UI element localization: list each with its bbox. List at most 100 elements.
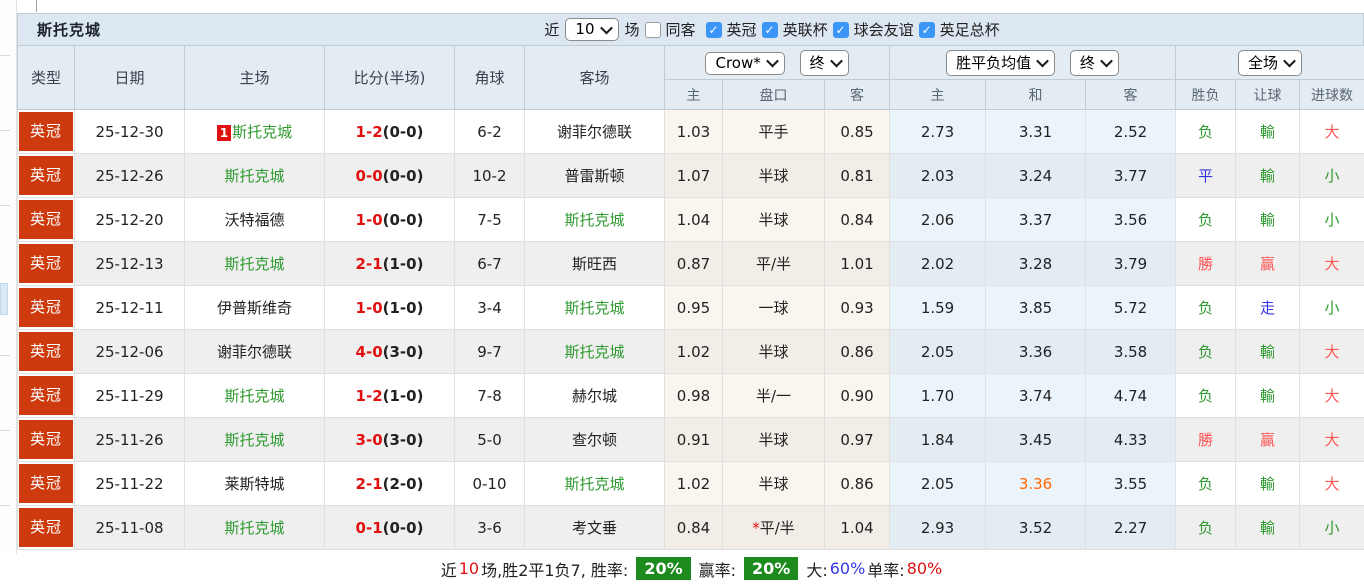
away-cell: 考文垂 — [525, 506, 665, 550]
table-row: 英冠 25-12-06 谢菲尔德联 4-0(3-0) 9-7 斯托克城 1.02… — [18, 330, 1364, 374]
odds-source-select[interactable]: Crow* — [705, 52, 784, 75]
avg-time-select[interactable]: 终 — [1070, 50, 1119, 76]
avg-odds-select[interactable]: 胜平负均值 — [946, 50, 1055, 76]
away-cell: 赫尔城 — [525, 374, 665, 418]
ah-home-odds-cell: 0.91 — [665, 418, 723, 462]
same-away-checkbox[interactable] — [645, 22, 661, 38]
corners-cell: 6-7 — [455, 242, 525, 286]
goals-value: 小 — [1325, 519, 1340, 537]
full-time-score: 1-0 — [356, 299, 383, 317]
handicap-result-cell: 走 — [1236, 286, 1300, 330]
handicap-line: 半球 — [758, 167, 788, 185]
handicap-result-value: 贏 — [1260, 255, 1275, 273]
league-badge: 英冠 — [19, 288, 73, 327]
league-checkbox-championship[interactable]: ✓ — [706, 22, 722, 38]
home-cell: 1斯托克城 — [185, 110, 325, 154]
chevron-down-icon — [600, 21, 613, 34]
corners-cell: 7-8 — [455, 374, 525, 418]
ah-away-odds-cell: 0.85 — [825, 110, 890, 154]
handicap-cell: 半球 — [723, 330, 825, 374]
half-time-score: (1-0) — [383, 255, 424, 273]
avg-draw-odds-cell: 3.36 — [986, 330, 1086, 374]
summary-bar: 近10场,胜2平1负7, 胜率: 20% 赢率: 20% 大:60% 单率:80… — [17, 550, 1364, 587]
table-row: 英冠 25-12-13 斯托克城 2-1(1-0) 6-7 斯旺西 0.87 平… — [18, 242, 1364, 286]
corners-cell: 6-2 — [455, 110, 525, 154]
win-rate-badge: 20% — [636, 557, 690, 580]
avg-draw-odds: 3.28 — [1019, 255, 1052, 273]
league-label: 英足总杯 — [939, 19, 1001, 40]
rank-badge: 1 — [217, 125, 231, 141]
avg-away-odds-cell: 3.55 — [1086, 462, 1176, 506]
ah-home-odds-cell: 1.02 — [665, 462, 723, 506]
odds-time-select[interactable]: 终 — [800, 50, 849, 76]
full-time-score: 2-1 — [356, 475, 383, 493]
avg-draw-odds-cell: 3.52 — [986, 506, 1086, 550]
score-cell: 2-1(1-0) — [325, 242, 455, 286]
handicap-cell: 半球 — [723, 418, 825, 462]
handicap-cell: 一球 — [723, 286, 825, 330]
avg-draw-odds-cell: 3.28 — [986, 242, 1086, 286]
goals-value: 大 — [1325, 387, 1340, 405]
background-fragment — [0, 130, 10, 131]
home-team-name: 斯托克城 — [232, 123, 292, 141]
corners-cell: 7-5 — [455, 198, 525, 242]
ah-away-odds-cell: 0.84 — [825, 198, 890, 242]
league-badge: 英冠 — [19, 112, 73, 151]
league-label: 球会友谊 — [853, 19, 915, 40]
away-cell: 斯旺西 — [525, 242, 665, 286]
avg-away-odds-cell: 2.27 — [1086, 506, 1176, 550]
background-fragment — [0, 283, 8, 315]
games-label: 场 — [624, 19, 641, 40]
stats-page: 斯托克城 近 10 场 同客 ✓ 英冠 ✓ 英联杯 ✓ 球会友谊 ✓ 英足总杯 — [0, 0, 1364, 554]
score-cell: 2-1(2-0) — [325, 462, 455, 506]
col-header-corners: 角球 — [455, 46, 525, 110]
handicap-result-value: 輸 — [1260, 519, 1275, 537]
date-cell: 25-12-30 — [75, 110, 185, 154]
away-team-name: 赫尔城 — [572, 387, 617, 405]
ah-home-odds-cell: 0.95 — [665, 286, 723, 330]
ah-home-odds-cell: 1.04 — [665, 198, 723, 242]
summary-text: 大: — [804, 557, 829, 581]
sub-header-avg-home: 主 — [890, 80, 986, 110]
half-time-score: (0-0) — [383, 211, 424, 229]
scope-select[interactable]: 全场 — [1238, 50, 1302, 76]
away-team-name: 普雷斯顿 — [564, 167, 624, 185]
ah-away-odds-cell: 0.86 — [825, 462, 890, 506]
table-row: 英冠 25-12-20 沃特福德 1-0(0-0) 7-5 斯托克城 1.04 … — [18, 198, 1364, 242]
league-checkbox-efl-cup[interactable]: ✓ — [762, 22, 778, 38]
score-cell: 0-1(0-0) — [325, 506, 455, 550]
full-time-score: 2-1 — [356, 255, 383, 273]
avg-draw-odds-cell: 3.45 — [986, 418, 1086, 462]
league-badge: 英冠 — [19, 156, 73, 195]
home-cell: 斯托克城 — [185, 242, 325, 286]
date-cell: 25-11-08 — [75, 506, 185, 550]
handicap-cell: 半球 — [723, 198, 825, 242]
handicap-result-value: 輸 — [1260, 475, 1275, 493]
handicap-cell: 平/半 — [723, 242, 825, 286]
league-checkbox-fa-cup[interactable]: ✓ — [919, 22, 935, 38]
page-title: 斯托克城 — [18, 19, 101, 40]
goals-cell: 小 — [1300, 506, 1364, 550]
table-row: 英冠 25-11-08 斯托克城 0-1(0-0) 3-6 考文垂 0.84 *… — [18, 506, 1364, 550]
away-team-name: 斯托克城 — [564, 475, 624, 493]
handicap-odds-group: Crow* 终 — [665, 46, 890, 80]
league-label: 英冠 — [726, 19, 758, 40]
handicap-cell: 平手 — [723, 110, 825, 154]
full-time-score: 1-2 — [356, 123, 383, 141]
goals-value: 小 — [1325, 211, 1340, 229]
full-time-score: 4-0 — [356, 343, 383, 361]
away-team-name: 斯旺西 — [572, 255, 617, 273]
league-checkbox-club-friendly[interactable]: ✓ — [833, 22, 849, 38]
handicap-line: 平/半 — [760, 519, 795, 537]
half-time-score: (1-0) — [383, 387, 424, 405]
league-cell: 英冠 — [18, 198, 75, 242]
avg-draw-odds-cell: 3.36 — [986, 462, 1086, 506]
recent-count-select[interactable]: 10 — [565, 18, 618, 41]
result-cell: 负 — [1176, 286, 1236, 330]
date-cell: 25-12-06 — [75, 330, 185, 374]
sub-header-result: 胜负 — [1176, 80, 1236, 110]
summary-text: 单率: — [865, 557, 906, 581]
result-scope-group: 全场 — [1176, 46, 1364, 80]
background-fragment — [0, 430, 10, 431]
handicap-result-value: 輸 — [1260, 167, 1275, 185]
